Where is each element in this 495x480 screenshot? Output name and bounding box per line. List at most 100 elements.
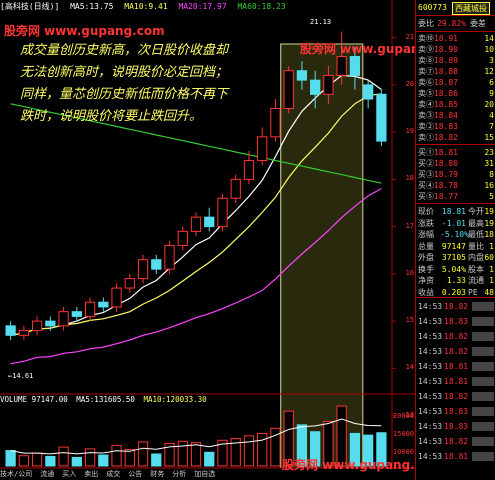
peak-price-label: 21.13: [310, 18, 332, 26]
quote-row: 卖④ 18.85 20: [416, 99, 495, 110]
candle-body: [336, 56, 347, 76]
ma20-label: MA20:17.97: [178, 2, 227, 11]
stat-label: 外盘: [418, 253, 434, 262]
quote-price: 18.78: [433, 181, 458, 190]
tick-volume-bar: [472, 347, 494, 356]
tick-row: 14:53 18.82: [416, 391, 495, 402]
candle-body: [296, 70, 308, 81]
volume-bar: [98, 454, 109, 467]
tick-time: 14:53: [418, 422, 443, 431]
quote-panel: 600773 西藏城投 委比 29.82% 委差 卖⑩ 18.91 14 卖⑨ 18.9…: [415, 0, 495, 480]
volume-bar: [18, 455, 29, 467]
stat-row: 收益 0.203 PE 48: [416, 287, 495, 298]
volume-bar: [151, 453, 162, 467]
bottom-tab[interactable]: 分析: [172, 470, 186, 478]
quote-volume: 12: [484, 67, 494, 76]
tick-row: 14:53 18.82: [416, 331, 495, 342]
tick-row: 14:53 18.83: [416, 316, 495, 327]
stat-label: 换手: [418, 264, 434, 274]
bottom-tab[interactable]: 流通: [40, 470, 54, 478]
price-axis-label: 15: [405, 316, 414, 325]
tick-volume-bar: [472, 377, 494, 386]
candle-body: [323, 74, 334, 95]
candle-body: [230, 178, 241, 199]
quote-row: 卖③ 18.84 4: [416, 110, 495, 121]
ma10-label: MA10:9.41: [124, 2, 168, 11]
volume-bar: [243, 435, 255, 467]
tick-time: 14:53: [418, 452, 443, 461]
stat-value: 5.04%: [441, 264, 466, 274]
volume-bar: [31, 452, 43, 467]
candle-body: [84, 301, 96, 317]
quote-price: 18.87: [433, 78, 458, 87]
volume-axis-label: 10000: [392, 448, 414, 456]
bottom-tab[interactable]: 加自选: [194, 470, 215, 478]
volume-ma10-label: MA10:120033.30: [143, 395, 207, 404]
quote-price: 18.84: [433, 111, 458, 120]
quote-volume: 9: [489, 89, 494, 98]
volume-bar: [84, 448, 96, 467]
tick-volume-bar: [472, 392, 494, 401]
stock-name[interactable]: 西藏城投: [452, 2, 490, 15]
stock-title: [高科技(日线)]: [0, 2, 60, 11]
bottom-tab[interactable]: 财务: [150, 470, 164, 478]
tick-price: 18.83: [444, 317, 469, 326]
candle-body: [45, 320, 56, 327]
stat-sub-value: 1: [489, 276, 494, 285]
stat-row: 现价 18.81 今开 19: [416, 206, 495, 217]
candle-body: [71, 311, 82, 317]
candle-body: [31, 320, 43, 332]
tick-price: 18.82: [444, 302, 469, 311]
price-axis-label: 19: [405, 127, 414, 136]
quote-price: 18.90: [433, 45, 458, 54]
candle-body: [151, 259, 162, 270]
stat-sub-value: 19: [484, 207, 494, 216]
bottom-tab[interactable]: 买入: [62, 470, 76, 478]
tick-row: 14:53 18.82: [416, 436, 495, 447]
quote-volume: 3: [489, 56, 494, 65]
bottom-tab[interactable]: 卖出: [84, 470, 98, 478]
bottom-tab[interactable]: 技术/公司: [0, 470, 32, 478]
stat-label: 总量: [418, 241, 434, 251]
bottom-tab[interactable]: 成交: [106, 470, 120, 478]
tick-time: 14:53: [418, 302, 443, 311]
tick-row: 14:53 18.82: [416, 301, 495, 312]
quote-price: 18.88: [433, 67, 458, 76]
volume-bar: [137, 441, 149, 467]
tick-volume-bar: [472, 332, 494, 341]
quote-volume: 16: [484, 181, 494, 190]
tick-row: 14:53 18.82: [416, 346, 495, 357]
quote-row: 卖② 18.83 7: [416, 121, 495, 132]
tick-row: 14:53 18.81: [416, 361, 495, 372]
candle-body: [190, 216, 202, 232]
tick-price: 18.83: [444, 422, 469, 431]
quote-volume: 15: [484, 133, 494, 142]
stat-sub-value: 19: [484, 218, 494, 228]
stat-label: 涨跌: [418, 218, 434, 228]
tick-time: 14:53: [418, 347, 443, 356]
tick-price: 18.83: [444, 407, 469, 416]
volume-axis-label: 15000: [392, 430, 414, 438]
stat-value: 37105: [441, 253, 466, 262]
stat-label: 涨幅: [418, 230, 434, 239]
quote-row: 卖⑦ 18.88 12: [416, 66, 495, 77]
quote-volume: 5: [489, 192, 494, 201]
quote-price: 18.82: [433, 133, 458, 142]
stat-value: 0.203: [441, 287, 466, 297]
quote-row: 买④ 18.78 16: [416, 180, 495, 191]
volume-bar: [71, 456, 82, 467]
tick-time: 14:53: [418, 377, 443, 386]
volume-bar: [190, 442, 202, 467]
candle-body: [18, 330, 29, 336]
stat-sub-value: 1: [489, 264, 494, 274]
quote-volume: 10: [484, 45, 494, 54]
bottom-tab[interactable]: 公告: [128, 470, 142, 478]
stat-value: -5.10%: [440, 230, 469, 239]
candle-body: [310, 79, 321, 95]
price-axis-label: 20: [405, 79, 414, 88]
quote-row: 买② 18.80 31: [416, 158, 495, 169]
candle-body: [204, 216, 215, 228]
indicator-header: [高科技(日线)] MA5:13.75 MA10:9.41 MA20:17.97…: [0, 0, 392, 14]
tick-time: 14:53: [418, 437, 443, 446]
tick-row: 14:53 18.81: [416, 451, 495, 462]
